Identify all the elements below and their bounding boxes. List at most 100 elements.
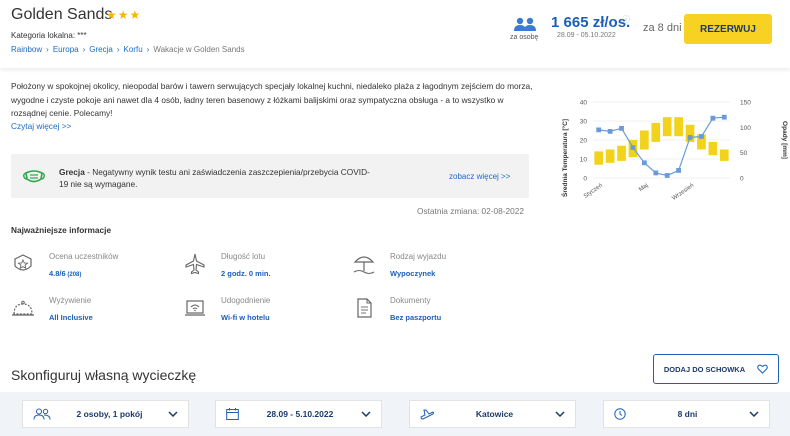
clipboard-label: DODAJ DO SCHOWKA [663,364,746,374]
price: 1 665 zł/os. [551,14,631,31]
wifi-laptop-icon [185,300,205,316]
calendar-icon [226,408,239,420]
star-badge-icon [14,254,32,271]
add-to-clipboard-button[interactable]: DODAJ DO SCHOWKA [653,354,779,384]
chart-bar [640,130,649,150]
chart-ytick-left: 10 [580,157,588,164]
chart-point [607,128,613,134]
info-value: All Inclusive [49,313,93,322]
key-info-heading: Najważniejsze informacje [11,225,112,235]
breadcrumb: Rainbow › Europa › Grecja › Korfu › Waka… [11,45,245,54]
breadcrumb-korfu[interactable]: Korfu [124,45,143,54]
info-value: Wypoczynek [390,269,436,278]
chevron-right-icon: › [46,45,49,54]
chart-xtick: Maj [638,183,649,193]
chart-ytick-left: 0 [583,176,587,183]
trip-dates: 28.09 - 05.10.2022 [557,32,616,39]
breadcrumb-europa[interactable]: Europa [53,45,79,54]
chart-point [687,135,693,140]
clock-icon [614,408,626,420]
chart-bar [594,151,604,165]
plane-icon [420,409,434,420]
chart-ytick-right: 150 [740,100,751,107]
chevron-down-icon [361,411,371,417]
hotel-stars: ★★★ [106,8,142,22]
local-category: Kategoria lokalna: *** [11,31,87,40]
read-more-link[interactable]: Czytaj więcej >> [11,121,71,131]
info-icon[interactable]: ⓘ [622,14,630,25]
chart-bar [719,149,729,161]
chevron-down-icon [555,411,565,417]
header: Golden Sands ★★★ Kategoria lokalna: *** … [0,0,790,68]
chart-ytick-right: 50 [740,150,748,157]
info-label: Rodzaj wyjazdu [390,252,447,261]
info-value[interactable]: 4.8/6 (208) [49,269,81,278]
book-button[interactable]: REZERWUJ [684,14,772,44]
chart-point [676,168,682,173]
covid-info-box: Grecja - Negatywny wynik testu ani zaświ… [11,154,529,198]
chart-bar [674,117,683,137]
per-person-label: za osobę [510,34,539,41]
duration-value: 8 dni [677,409,698,419]
info-label: Ocena uczestników [49,252,119,261]
trip-length: za 8 dni [643,22,682,34]
breadcrumb-current: Wakacje w Golden Sands [153,45,245,54]
people-icon [33,408,51,420]
chart-bar [662,117,672,137]
chevron-right-icon: › [146,45,150,54]
food-cloche-icon [12,300,34,316]
covid-country: Grecja [59,167,85,177]
chart-bar [605,149,615,163]
configure-trip-heading: Skonfiguruj własną wycieczkę [11,367,197,383]
covid-message: - Negatywny wynik testu ani zaświadczeni… [59,167,370,189]
info-label: Dokumenty [390,296,431,305]
info-value: Wi-fi w hotelu [221,313,270,322]
select-dates[interactable]: 28.09 - 5.10.2022 [215,400,382,428]
info-value: 2 godz. 0 min. [221,269,271,278]
chart-ytick-right: 100 [740,125,751,132]
chart-xtick: Styczeń [583,183,604,200]
plane-icon [185,253,205,275]
chevron-down-icon [749,411,759,417]
breadcrumb-grecja[interactable]: Grecja [89,45,113,54]
climate-chart: Średnia Temperatura [°C] Opady [mm] 0 10 2… [560,100,788,202]
breadcrumb-rainbow[interactable]: Rainbow [11,45,42,54]
mask-icon [23,170,45,183]
beach-umbrella-icon [353,256,375,275]
rating-count: (208) [65,272,82,278]
chart-point [619,125,624,131]
chart-bar [708,141,718,156]
info-label: Długość lotu [221,252,266,261]
rating-value: 4.8/6 [49,269,66,278]
chart-point [596,127,602,133]
page-title: Golden Sands [11,6,113,23]
chart-point [664,173,670,178]
covid-more-link[interactable]: zobacz więcej >> [449,172,510,181]
chart-point [653,170,659,176]
chart-bar [617,145,626,161]
chart-xtick: Wrzesień [671,183,695,202]
document-icon [357,298,372,318]
info-label: Udogodnienie [221,296,271,305]
info-label: Wyżywienie [49,296,92,305]
select-departure-airport[interactable]: Katowice [409,400,576,428]
chart-point [630,145,636,150]
chart-ytick-left: 30 [580,119,588,126]
chart-ytick-left: 40 [580,100,588,107]
chart-ylabel-right: Opady [mm] [781,121,788,159]
chart-bar [651,122,661,142]
select-duration[interactable]: 8 dni [603,400,770,428]
chart-point [721,114,727,120]
chevron-down-icon [168,411,178,417]
chart-ylabel-left: Średnia Temperatura [°C] [560,119,569,197]
covid-text: Grecja - Negatywny wynik testu ani zaświ… [59,166,379,190]
chevron-right-icon: › [116,45,120,54]
dates-value: 28.09 - 5.10.2022 [266,409,334,419]
chart-point [710,115,716,121]
chevron-right-icon: › [82,45,86,54]
info-value: Bez paszportu [390,313,442,322]
select-participants[interactable]: 2 osoby, 1 pokój [22,400,189,428]
departure-value: Katowice [475,409,514,419]
last-change: Ostatnia zmiana: 02-08-2022 [417,206,525,216]
people-icon [514,17,536,31]
